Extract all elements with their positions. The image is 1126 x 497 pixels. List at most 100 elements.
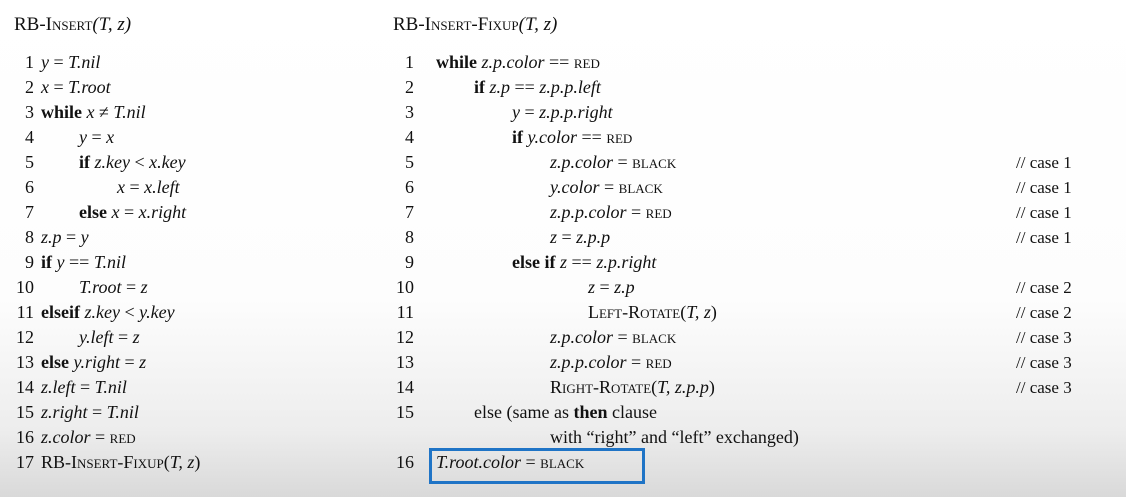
code-token: = bbox=[599, 177, 619, 197]
case-comment: // case 1 bbox=[1016, 203, 1072, 222]
line-number: 4 bbox=[405, 127, 414, 147]
code-token: while bbox=[436, 52, 482, 72]
line-number: 15 bbox=[396, 402, 414, 422]
code-token: else bbox=[474, 402, 507, 422]
right-line: 14 Right-Rotate(T, z.p.p) // case 3 bbox=[0, 375, 1126, 400]
code-token: = bbox=[595, 277, 615, 297]
code-token: black bbox=[618, 177, 663, 197]
case-comment: // case 1 bbox=[1016, 153, 1072, 172]
code-token: black bbox=[632, 152, 677, 172]
code-token: z.p.color bbox=[550, 152, 613, 172]
case-comment: // case 3 bbox=[1016, 353, 1072, 372]
code-text: if y.color == red bbox=[512, 125, 632, 150]
right-line: 8 z = z.p.p // case 1 bbox=[0, 225, 1126, 250]
code-token: z.p.p.right bbox=[539, 102, 613, 122]
code-token: (same as bbox=[506, 402, 574, 422]
right-line: 5 z.p.color = black // case 1 bbox=[0, 150, 1126, 175]
line-number: 6 bbox=[405, 177, 414, 197]
code-token: clause bbox=[607, 402, 657, 422]
code-token: z.p bbox=[489, 77, 511, 97]
rb-insert-fixup-title: RB-Insert-Fixup(T, z) bbox=[393, 14, 557, 36]
case-comment: // case 2 bbox=[1016, 303, 1072, 322]
code-token: z.p.p.color bbox=[550, 202, 627, 222]
line-number: 1 bbox=[405, 52, 414, 72]
line-number: 12 bbox=[396, 327, 414, 347]
right-line: 12 z.p.color = black // case 3 bbox=[0, 325, 1126, 350]
code-token: z bbox=[550, 227, 558, 247]
code-token: black bbox=[632, 327, 677, 347]
case-comment: // case 3 bbox=[1016, 378, 1072, 397]
line-number: 3 bbox=[405, 102, 414, 122]
code-token: = bbox=[626, 352, 646, 372]
code-token: == bbox=[577, 127, 607, 147]
code-text: while z.p.color == red bbox=[436, 50, 600, 75]
right-line: 9 else if z == z.p.right bbox=[0, 250, 1126, 275]
right-line: 6 y.color = black // case 1 bbox=[0, 175, 1126, 200]
rb-insert-name: RB-Insert bbox=[14, 14, 93, 35]
line-number: 7 bbox=[405, 202, 414, 222]
rb-insert-title: RB-Insert(T, z) bbox=[14, 14, 131, 36]
code-token: = bbox=[613, 327, 633, 347]
line-number: 14 bbox=[396, 377, 414, 397]
line-number: 11 bbox=[396, 302, 414, 322]
code-token: y.color bbox=[550, 177, 600, 197]
code-text: Right-Rotate(T, z.p.p) bbox=[550, 375, 715, 400]
case-comment: // case 1 bbox=[1016, 228, 1072, 247]
code-token: if bbox=[512, 127, 528, 147]
code-token: z bbox=[559, 252, 567, 272]
right-line: 15 else (same as then clause bbox=[0, 400, 1126, 425]
right-line: with “right” and “left” exchanged) bbox=[0, 425, 1126, 450]
code-text: else (same as then clause bbox=[474, 400, 657, 425]
code-text: z.p.color = black bbox=[550, 325, 676, 350]
right-line: 13 z.p.p.color = red // case 3 bbox=[0, 350, 1126, 375]
line-number: 16 bbox=[396, 452, 414, 472]
code-text: else if z == z.p.right bbox=[512, 250, 656, 275]
code-token: z.p.color bbox=[481, 52, 545, 72]
code-token: == bbox=[544, 52, 574, 72]
code-text: if z.p == z.p.p.left bbox=[474, 75, 601, 100]
code-token: y bbox=[512, 102, 520, 122]
code-token: T, z.p.p bbox=[657, 377, 709, 397]
line-number: 9 bbox=[405, 252, 414, 272]
right-line: 2 if z.p == z.p.p.left bbox=[0, 75, 1126, 100]
line-number: 5 bbox=[405, 152, 414, 172]
code-token: = bbox=[626, 202, 646, 222]
rb-insert-args: (T, z) bbox=[92, 14, 132, 35]
rb-insert-fixup-args: (T, z) bbox=[518, 14, 558, 35]
rb-insert-fixup-name: RB-Insert-Fixup bbox=[393, 14, 519, 35]
code-token: == bbox=[567, 252, 597, 272]
code-token: = bbox=[520, 102, 540, 122]
code-token: z.p bbox=[614, 277, 635, 297]
code-token: z.p.p bbox=[576, 227, 611, 247]
case-comment: // case 2 bbox=[1016, 278, 1072, 297]
code-token: z bbox=[588, 277, 596, 297]
right-line: 11 Left-Rotate(T, z) // case 2 bbox=[0, 300, 1126, 325]
code-text: y = z.p.p.right bbox=[512, 100, 613, 125]
line-number: 8 bbox=[405, 227, 414, 247]
code-token: else if bbox=[512, 252, 560, 272]
code-token: red bbox=[606, 127, 633, 147]
code-token: red bbox=[645, 352, 672, 372]
code-token: red bbox=[573, 52, 600, 72]
line-number: 2 bbox=[405, 77, 414, 97]
code-text: z.p.color = black bbox=[550, 150, 676, 175]
code-token: with “right” and “left” exchanged) bbox=[550, 427, 799, 447]
code-token: T, z bbox=[686, 302, 711, 322]
code-token: Left-Rotate bbox=[588, 302, 681, 322]
right-line: 7 z.p.p.color = red // case 1 bbox=[0, 200, 1126, 225]
code-token: == bbox=[510, 77, 540, 97]
case-comment: // case 3 bbox=[1016, 328, 1072, 347]
line-number: 13 bbox=[396, 352, 414, 372]
line-number: 10 bbox=[396, 277, 414, 297]
code-token: z.p.p.left bbox=[539, 77, 601, 97]
case-comment: // case 1 bbox=[1016, 178, 1072, 197]
code-token: z.p.p.color bbox=[550, 352, 627, 372]
code-token: red bbox=[645, 202, 672, 222]
code-token: = bbox=[613, 152, 633, 172]
code-token: ) bbox=[708, 377, 715, 397]
code-token: y.color bbox=[527, 127, 578, 147]
code-token: then bbox=[573, 402, 608, 422]
code-token: if bbox=[474, 77, 490, 97]
right-line: 1 while z.p.color == red bbox=[0, 50, 1126, 75]
right-line: 4 if y.color == red bbox=[0, 125, 1126, 150]
